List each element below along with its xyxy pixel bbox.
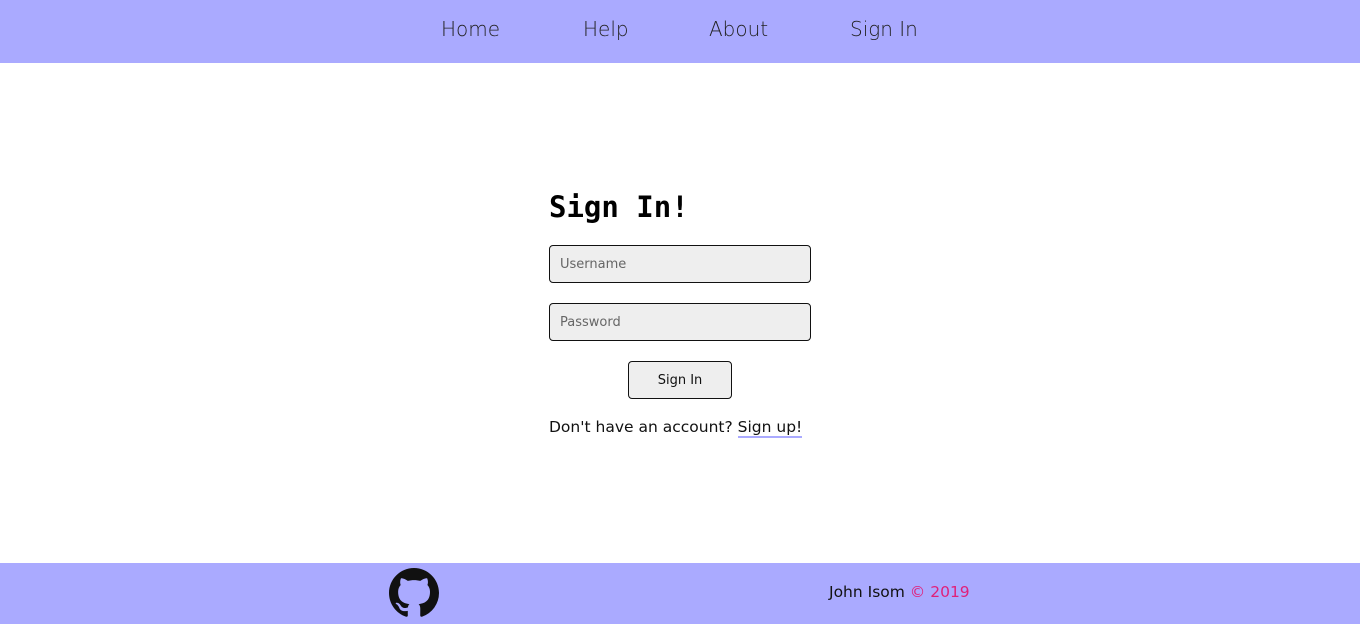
signup-prompt-text: Don't have an account? — [549, 418, 733, 436]
author-name: John Isom — [829, 583, 905, 601]
main-content: Sign In! Sign In Don't have an account? … — [0, 63, 1360, 563]
nav-link-help[interactable]: Help — [583, 17, 629, 41]
signup-prompt: Don't have an account? Sign up! — [549, 418, 849, 438]
github-icon — [389, 568, 439, 617]
form-title: Sign In! — [549, 190, 689, 224]
username-input[interactable] — [549, 245, 811, 283]
footer-credit: John Isom © 2019 — [829, 583, 970, 601]
nav-link-about[interactable]: About — [709, 17, 768, 41]
password-input[interactable] — [549, 303, 811, 341]
nav-link-sign-in[interactable]: Sign In — [850, 17, 918, 41]
github-link[interactable] — [389, 568, 439, 618]
top-navbar: Home Help About Sign In — [0, 0, 1360, 63]
copyright-year: © 2019 — [909, 583, 970, 601]
sign-in-form: Sign In! Sign In Don't have an account? … — [549, 187, 811, 438]
nav-link-home[interactable]: Home — [441, 17, 500, 41]
sign-in-button[interactable]: Sign In — [628, 361, 732, 399]
page-footer: John Isom © 2019 — [0, 563, 1360, 624]
sign-up-link[interactable]: Sign up! — [737, 418, 803, 438]
